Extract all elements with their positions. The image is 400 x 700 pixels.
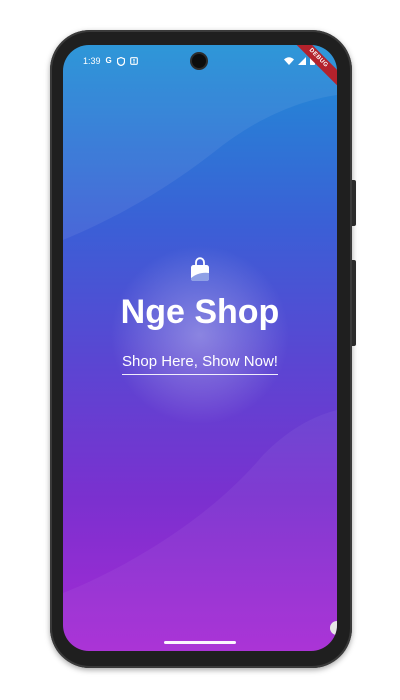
shopping-bag-icon [191,257,209,281]
power-button [352,180,356,226]
brand-block: Nge Shop Shop Here, Show Now! [63,257,337,375]
shield-icon [116,56,125,66]
edge-handle [330,621,337,635]
home-indicator[interactable] [164,641,236,644]
alert-icon [129,57,138,65]
google-icon: G [105,56,112,65]
status-time: 1:39 [83,56,101,66]
app-title: Nge Shop [120,293,280,331]
signal-icon [298,56,306,65]
volume-buttons [352,260,356,346]
front-camera [192,54,206,68]
wifi-icon [284,56,294,65]
page: 1:39 G DEBUG Nge Shop Shop Here, Show No… [0,0,400,700]
status-bar: 1:39 G DEBUG [63,45,337,88]
tagline: Shop Here, Show Now! [122,353,278,375]
splash-screen: 1:39 G DEBUG Nge Shop Shop Here, Show No… [63,45,337,651]
